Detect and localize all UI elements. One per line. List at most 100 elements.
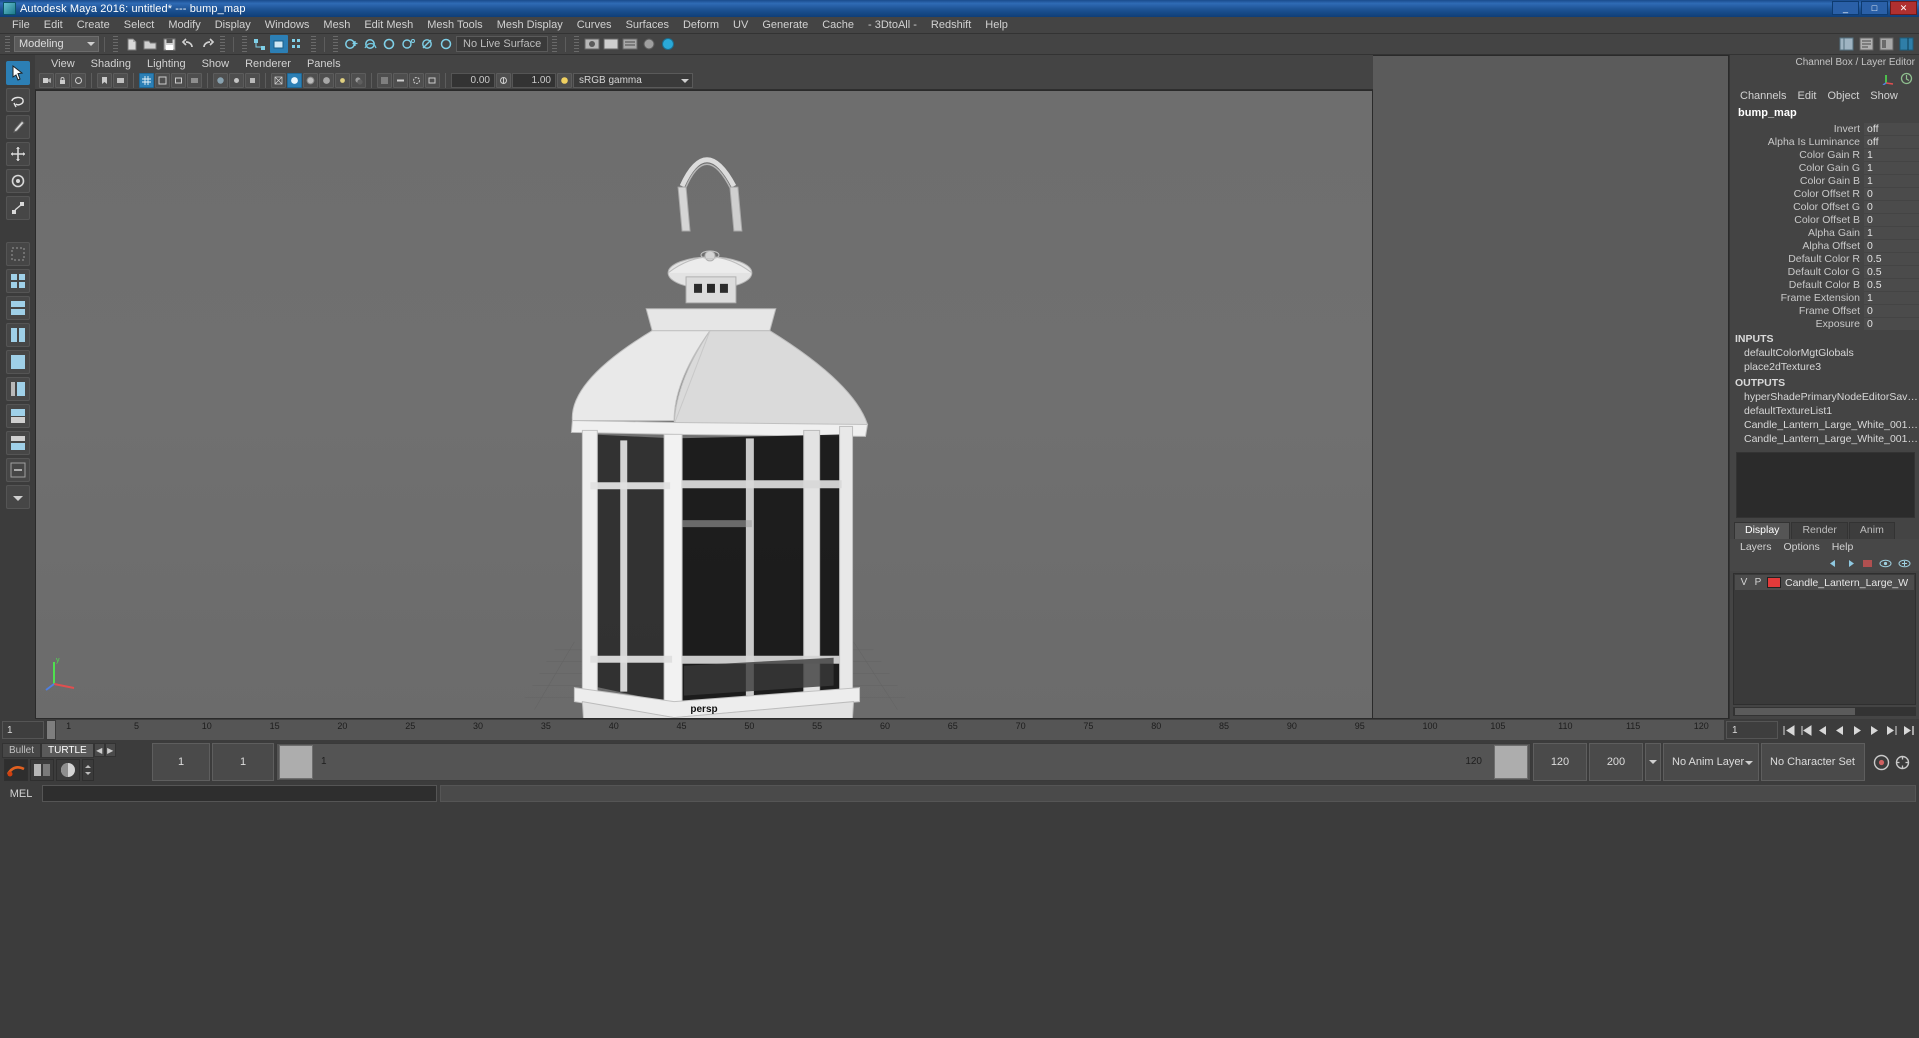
shaded-wireframe-icon[interactable] (303, 73, 318, 88)
channel-value[interactable]: 1 (1864, 148, 1919, 161)
viewport-menu-renderer[interactable]: Renderer (237, 57, 299, 71)
toolbar-grip[interactable] (220, 36, 225, 52)
channel-value[interactable]: 0.5 (1864, 265, 1919, 278)
channel-value[interactable]: 0 (1864, 239, 1919, 252)
menu-item-generate[interactable]: Generate (755, 18, 815, 32)
select-by-component-icon[interactable] (289, 35, 307, 53)
sidebar-toggle-icon[interactable] (1897, 35, 1915, 53)
turtle-texture-icon[interactable] (56, 759, 80, 781)
perspective-viewport[interactable]: y persp (35, 90, 1373, 719)
more-layouts-icon[interactable] (5, 458, 30, 482)
channel-value[interactable]: 0.5 (1864, 278, 1919, 291)
mel-label[interactable]: MEL (3, 788, 39, 800)
new-scene-icon[interactable] (122, 35, 140, 53)
render-current-frame-icon[interactable] (583, 35, 601, 53)
snap-to-view-plane-icon[interactable] (418, 35, 436, 53)
gamma-field[interactable]: 1.00 (512, 73, 556, 88)
step-back-key-icon[interactable] (1798, 722, 1814, 738)
menu-item-deform[interactable]: Deform (676, 18, 726, 32)
anim-layer-selector[interactable]: No Anim Layer (1663, 743, 1759, 781)
show-attribute-editor-icon[interactable] (1857, 35, 1875, 53)
xray-icon[interactable] (213, 73, 228, 88)
go-to-start-icon[interactable] (1781, 722, 1797, 738)
menu-item-cache[interactable]: Cache (815, 18, 861, 32)
make-live-icon[interactable] (437, 35, 455, 53)
scale-tool-icon[interactable] (5, 196, 30, 220)
channel-value[interactable]: 0 (1864, 187, 1919, 200)
range-start-handle[interactable] (279, 745, 313, 779)
menu-item-file[interactable]: File (5, 18, 37, 32)
textured-icon[interactable] (319, 73, 334, 88)
channel-value[interactable]: 0 (1864, 304, 1919, 317)
menu-item-select[interactable]: Select (117, 18, 162, 32)
shelf-next-arrow-icon[interactable]: ▶ (104, 743, 116, 757)
bookmark-icon[interactable] (97, 73, 112, 88)
exposure-icon[interactable] (496, 73, 511, 88)
layer-editor-tab-anim[interactable]: Anim (1848, 522, 1895, 539)
snap-to-projected-center-icon[interactable] (399, 35, 417, 53)
animation-preferences-icon[interactable] (1894, 754, 1911, 771)
grid-toggle-icon[interactable] (139, 73, 154, 88)
resolution-gate-icon[interactable] (171, 73, 186, 88)
close-button[interactable]: ✕ (1890, 1, 1917, 15)
layer-editor-tab-display[interactable]: Display (1734, 522, 1791, 539)
input-node[interactable]: defaultColorMgtGlobals (1730, 346, 1919, 360)
menu-item-mesh[interactable]: Mesh (316, 18, 357, 32)
menu-set-selector[interactable]: Modeling (14, 36, 99, 52)
screen-space-ao-icon[interactable] (377, 73, 392, 88)
time-field[interactable]: 1 (1726, 721, 1778, 739)
camera-attributes-icon[interactable] (71, 73, 86, 88)
channel-value[interactable]: off (1864, 122, 1919, 135)
display-layer-row[interactable]: V P Candle_Lantern_Large_W (1735, 575, 1914, 590)
channel-value[interactable]: 0.5 (1864, 252, 1919, 265)
viewport-menu-shading[interactable]: Shading (83, 57, 139, 71)
shelf-tab-turtle[interactable]: TURTLE (41, 742, 94, 758)
play-forwards-icon[interactable] (1849, 722, 1865, 738)
layer-list-scrollbar[interactable] (1733, 707, 1916, 716)
channel-value[interactable]: 1 (1864, 291, 1919, 304)
menu-item-modify[interactable]: Modify (161, 18, 207, 32)
render-settings-icon[interactable] (621, 35, 639, 53)
toolbar-grip[interactable] (333, 36, 338, 52)
output-node[interactable]: hyperShadePrimaryNodeEditorSavedT... (1730, 390, 1919, 404)
anim-start-field[interactable]: 1 (152, 743, 210, 781)
toolbar-grip[interactable] (574, 36, 580, 52)
menu-item-windows[interactable]: Windows (258, 18, 317, 32)
save-scene-icon[interactable] (160, 35, 178, 53)
animation-state-icon[interactable] (1900, 72, 1913, 85)
layer-color-swatch[interactable] (1767, 577, 1781, 588)
viewport-menu-view[interactable]: View (43, 57, 83, 71)
two-pane-side-layout-icon[interactable] (5, 323, 30, 347)
output-node[interactable]: Candle_Lantern_Large_White_001_SM (1730, 432, 1919, 446)
layer-color-icon[interactable] (1862, 559, 1873, 568)
menu-item-uv[interactable]: UV (726, 18, 755, 32)
gate-mask-icon[interactable] (187, 73, 202, 88)
character-set-selector[interactable]: No Character Set (1761, 743, 1865, 781)
toolbar-grip[interactable] (552, 36, 558, 52)
snap-to-point-icon[interactable] (380, 35, 398, 53)
output-node[interactable]: defaultTextureList1 (1730, 404, 1919, 418)
input-node[interactable]: place2dTexture3 (1730, 360, 1919, 374)
channel-value[interactable]: 1 (1864, 226, 1919, 239)
shadows-icon[interactable] (351, 73, 366, 88)
ipr-render-icon[interactable] (602, 35, 620, 53)
output-node[interactable]: Candle_Lantern_Large_White_001_SM_... (1730, 418, 1919, 432)
depth-peeling-icon[interactable] (425, 73, 440, 88)
channel-box-menu-show[interactable]: Show (1866, 90, 1902, 102)
channel-box-menu-edit[interactable]: Edit (1793, 90, 1820, 102)
auto-key-toggle-icon[interactable] (1873, 754, 1890, 771)
lock-camera-icon[interactable] (55, 73, 70, 88)
channel-value[interactable]: 0 (1864, 213, 1919, 226)
menu-item-3dtoall[interactable]: - 3DtoAll - (861, 18, 924, 32)
persp-graph-layout-icon[interactable] (5, 404, 30, 428)
layer-editor-menu-help[interactable]: Help (1828, 541, 1858, 553)
lasso-select-tool-icon[interactable] (5, 88, 30, 112)
gamma-icon[interactable] (557, 73, 572, 88)
four-view-layout-icon[interactable] (5, 269, 30, 293)
range-slider-menu-button[interactable] (1645, 743, 1661, 781)
smooth-shade-all-icon[interactable] (287, 73, 302, 88)
snap-to-grid-icon[interactable] (342, 35, 360, 53)
select-camera-icon[interactable] (39, 73, 54, 88)
film-gate-icon[interactable] (155, 73, 170, 88)
exposure-field[interactable]: 0.00 (451, 73, 495, 88)
